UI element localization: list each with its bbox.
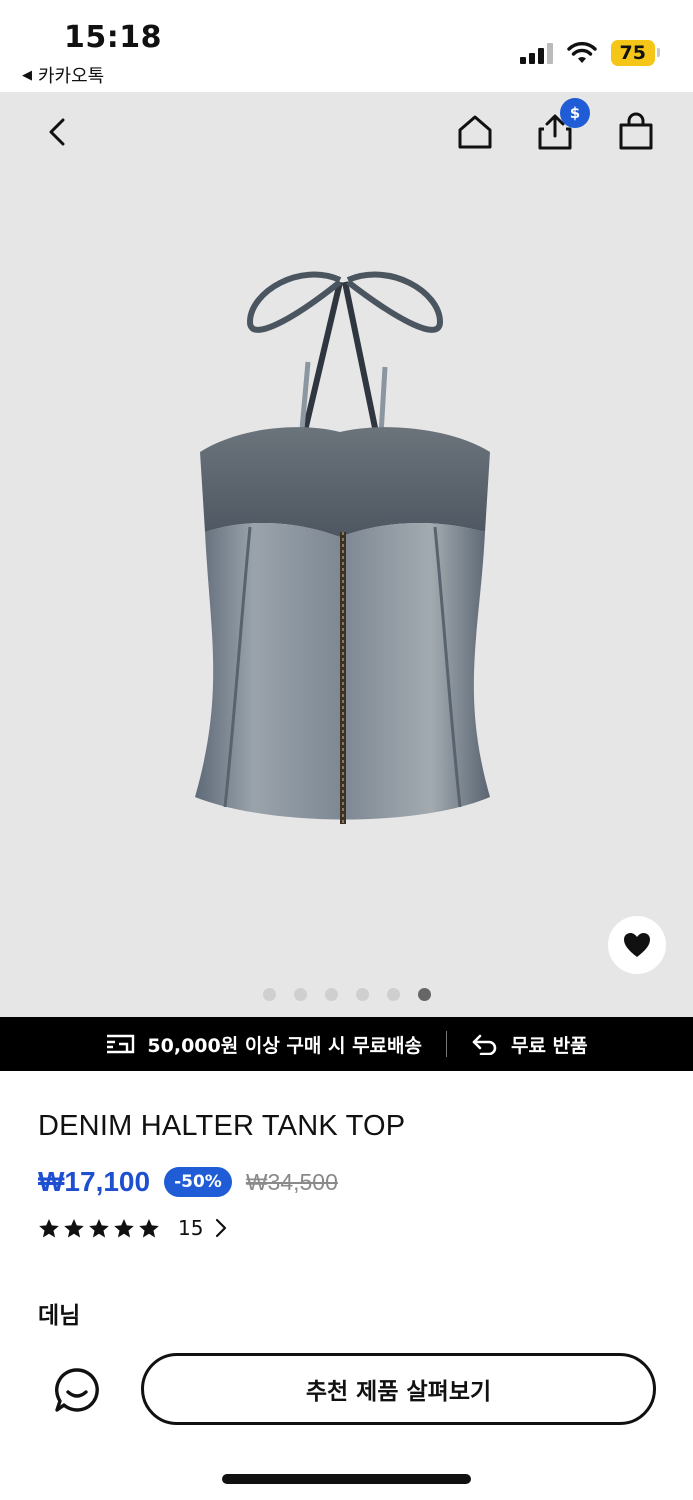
- gallery-dot[interactable]: [324, 988, 338, 1001]
- wishlist-button[interactable]: [608, 916, 666, 974]
- sale-price: ₩17,100: [38, 1166, 151, 1197]
- star-rating: [38, 1218, 160, 1239]
- promo-divider: [446, 1031, 448, 1057]
- star-icon: [64, 1218, 84, 1237]
- original-price: ₩34,500: [245, 1168, 338, 1195]
- gallery-dot[interactable]: [386, 988, 400, 1001]
- shopping-bag-icon[interactable]: [616, 112, 656, 152]
- back-triangle-icon: ◀: [22, 67, 32, 83]
- home-icon[interactable]: [455, 112, 495, 152]
- chevron-right-icon[interactable]: [215, 1218, 227, 1238]
- back-to-app-link[interactable]: ◀ 카카오톡: [22, 62, 104, 88]
- gallery-dot-active[interactable]: [417, 988, 431, 1001]
- battery-indicator: 75: [610, 40, 661, 66]
- status-time: 15:18: [64, 20, 162, 55]
- cellular-signal-icon: [519, 42, 553, 64]
- recommended-products-button[interactable]: 추천 제품 살펴보기: [141, 1353, 656, 1425]
- product-category: 데님: [38, 1303, 81, 1329]
- gallery-pagination[interactable]: [0, 988, 693, 1001]
- review-count[interactable]: 15: [178, 1216, 203, 1240]
- chat-bubble-icon[interactable]: [52, 1366, 102, 1416]
- gallery-dot[interactable]: [355, 988, 369, 1001]
- gallery-dot[interactable]: [293, 988, 307, 1001]
- chevron-left-icon[interactable]: [40, 114, 76, 150]
- product-title: DENIM HALTER TANK TOP: [38, 1110, 406, 1142]
- status-bar: 15:18 ◀ 카카오톡 75: [0, 0, 693, 92]
- home-indicator[interactable]: [222, 1474, 471, 1484]
- price-row: ₩17,100 -50% ₩34,500: [38, 1166, 338, 1198]
- gallery-dot[interactable]: [262, 988, 276, 1001]
- promo-banner: 50,000원 이상 구매 시 무료배송 무료 반품: [0, 1017, 693, 1071]
- status-indicators: 75: [519, 40, 661, 66]
- product-gallery[interactable]: $: [0, 92, 693, 1017]
- free-return-notice: 무료 반품: [471, 1031, 588, 1058]
- star-icon: [39, 1218, 59, 1237]
- return-arrow-icon: [472, 1034, 497, 1055]
- back-app-label: 카카오톡: [38, 66, 105, 87]
- wifi-icon: [566, 42, 597, 63]
- star-icon: [139, 1218, 159, 1237]
- heart-icon: [624, 933, 650, 957]
- product-image: [195, 271, 490, 824]
- discount-badge: -50%: [164, 1167, 232, 1197]
- free-shipping-text: 50,000원 이상 구매 시 무료배송: [147, 1034, 423, 1057]
- free-return-text: 무료 반품: [511, 1034, 588, 1057]
- star-icon: [114, 1218, 134, 1237]
- star-icon: [89, 1218, 109, 1237]
- free-shipping-notice: 50,000원 이상 구매 시 무료배송: [105, 1031, 422, 1058]
- share-reward-badge: $: [560, 98, 590, 128]
- delivery-truck-icon: [107, 1034, 135, 1054]
- rating-row[interactable]: 15: [38, 1216, 227, 1240]
